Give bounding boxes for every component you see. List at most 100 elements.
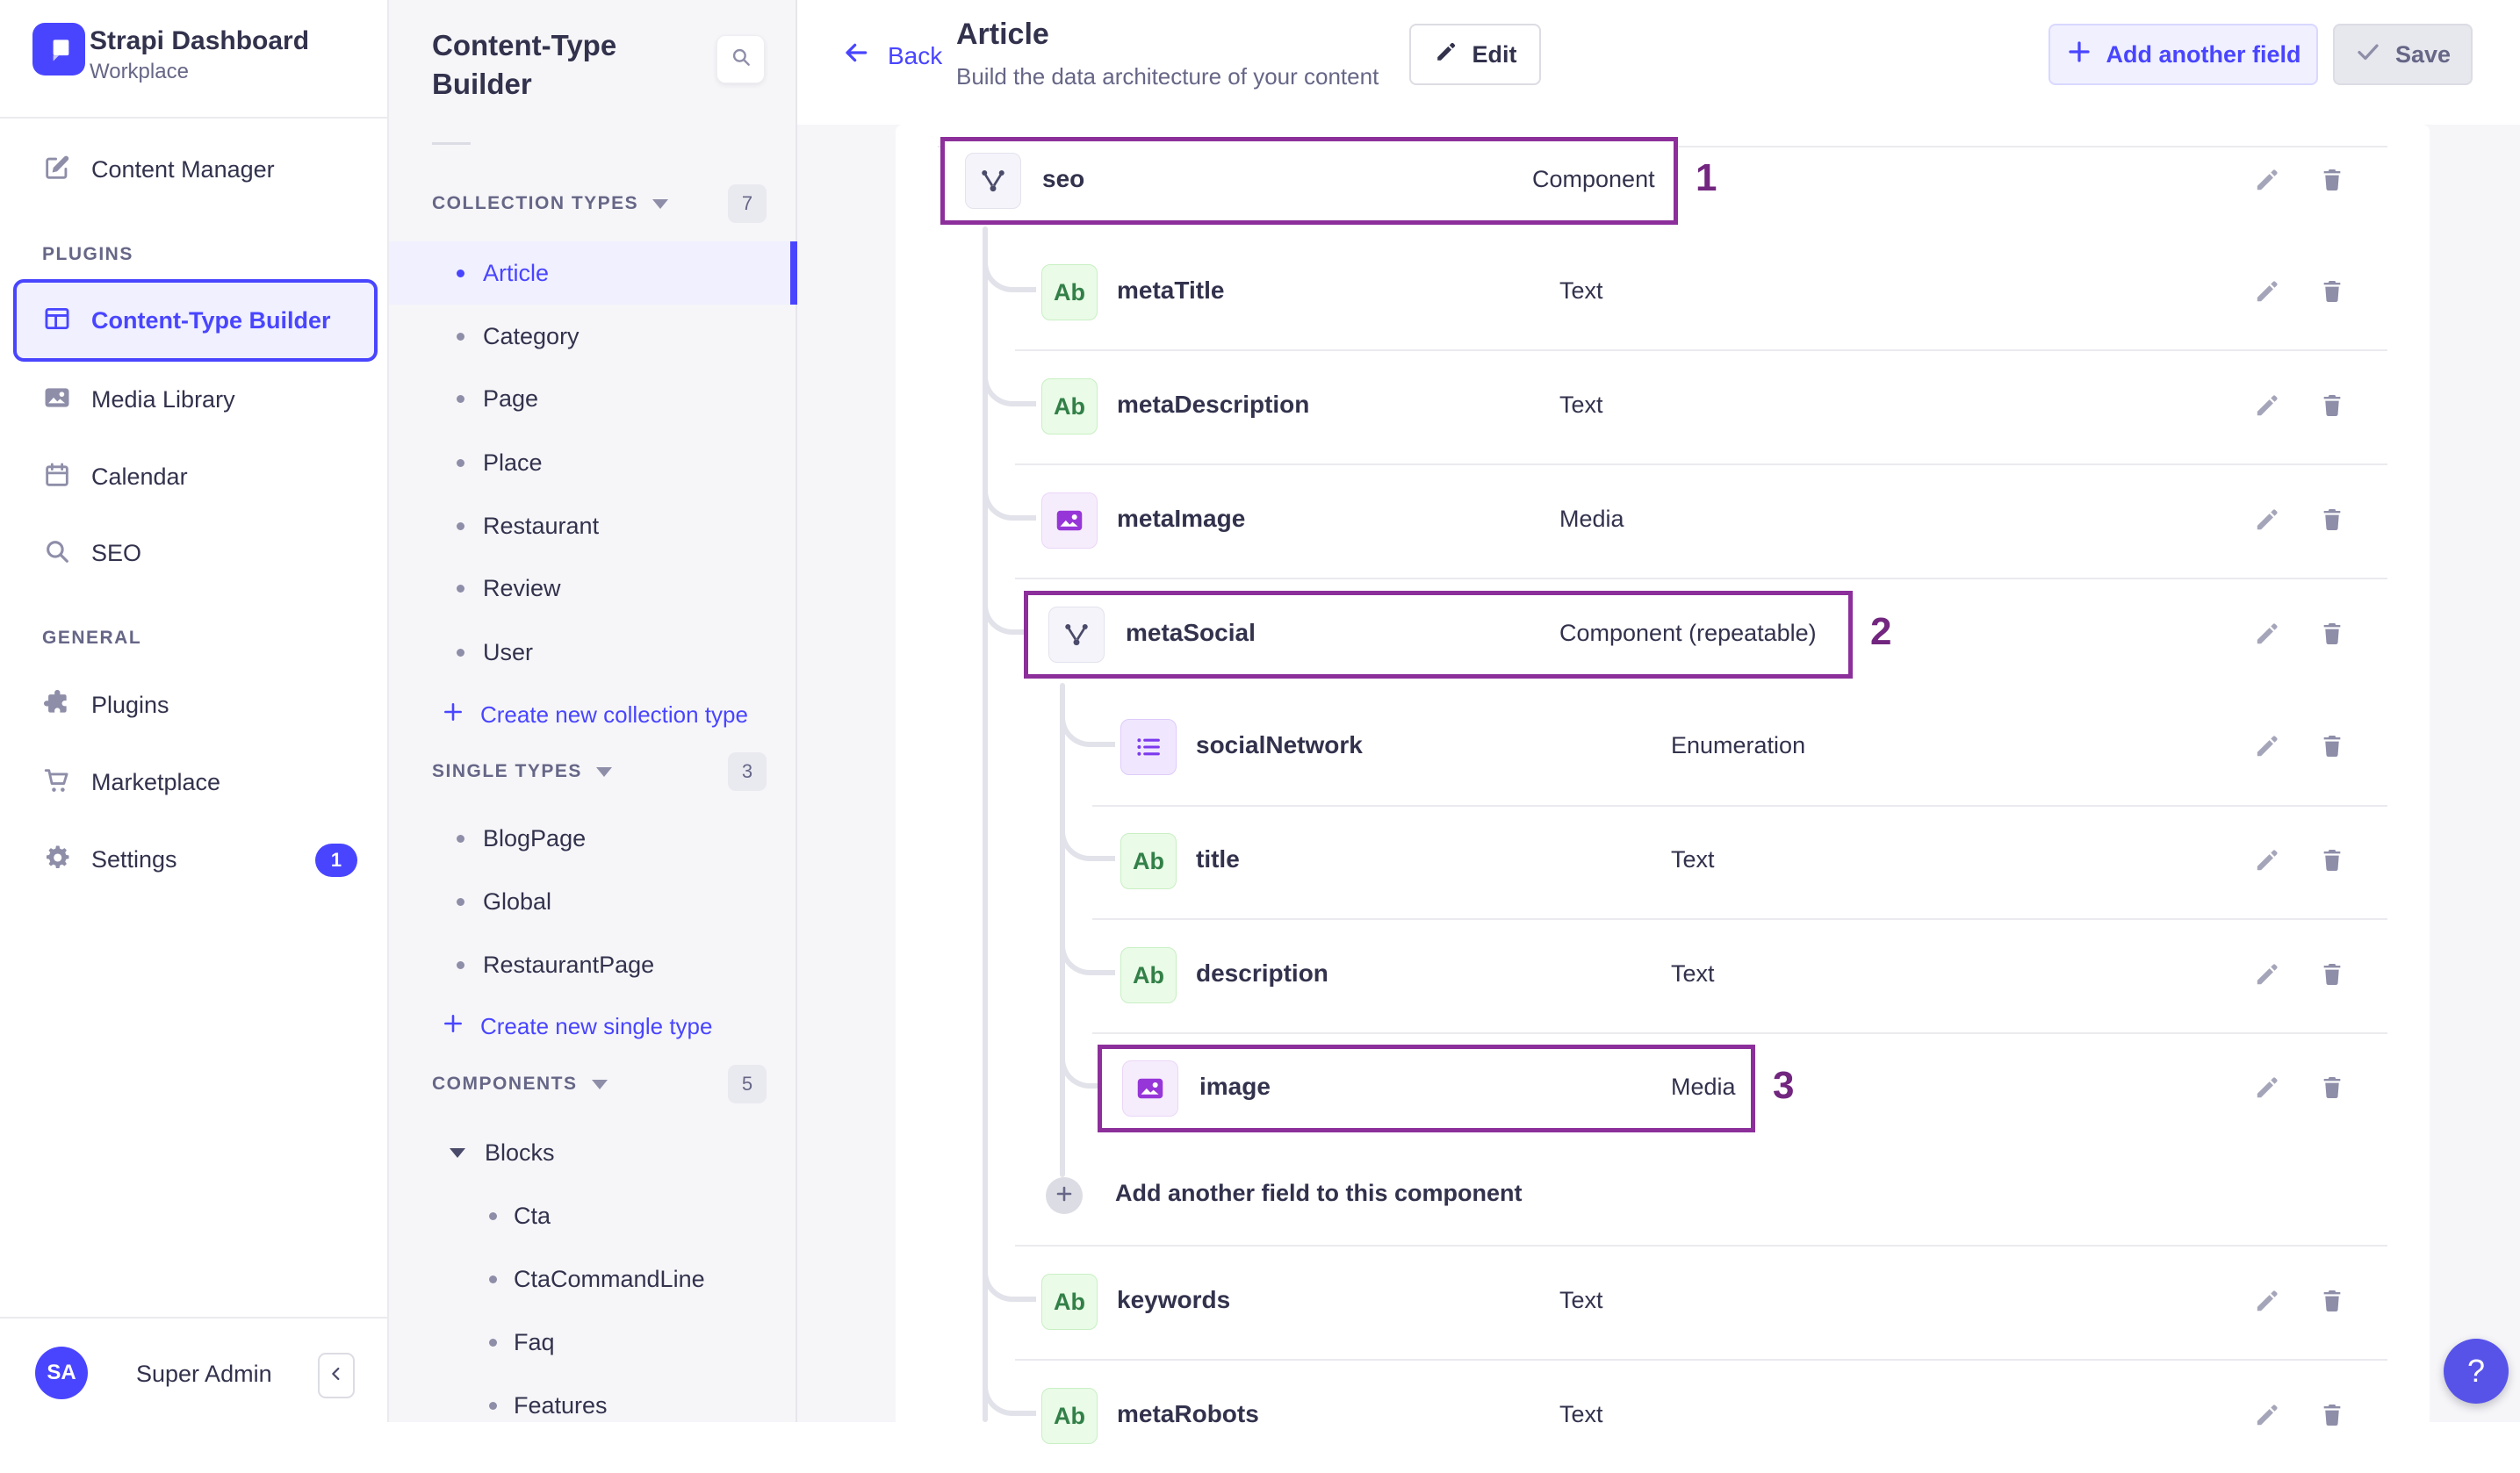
back-link[interactable]: Back [839, 39, 942, 73]
subnav-item-Features[interactable]: Features [389, 1374, 797, 1437]
content-type-builder-subnav: Content-Type Builder COLLECTION TYPES 7 … [389, 0, 797, 1422]
sidebar-item-label: Calendar [91, 463, 188, 490]
single-types-label: SINGLE TYPES [432, 761, 582, 781]
edit-field-button[interactable] [2253, 277, 2283, 307]
sidebar-item-plugins[interactable]: Plugins [42, 686, 169, 724]
subnav-item-Cta[interactable]: Cta [389, 1184, 797, 1247]
edit-field-button[interactable] [2253, 392, 2283, 421]
text-icon: Ab [1041, 1274, 1098, 1330]
sidebar-item-settings[interactable]: Settings [42, 840, 177, 879]
save-label: Save [2394, 40, 2452, 68]
components-header[interactable]: COMPONENTS [432, 1072, 608, 1096]
collection-types-header[interactable]: COLLECTION TYPES [432, 191, 669, 216]
edit-label: Edit [1472, 40, 1517, 68]
subnav-item-label: User [483, 638, 534, 665]
field-type: Text [1671, 960, 1715, 987]
add-another-field-button[interactable]: Add another field [2048, 24, 2318, 85]
delete-field-button[interactable] [2318, 960, 2348, 990]
field-name: metaTitle [1117, 277, 1225, 304]
field-name: metaSocial [1126, 619, 1256, 646]
collection-types-label: COLLECTION TYPES [432, 193, 639, 213]
field-name: metaImage [1117, 505, 1246, 532]
edit-field-button[interactable] [2253, 960, 2283, 990]
text-icon: Ab [1041, 378, 1098, 435]
collapse-sidebar-button[interactable] [318, 1353, 355, 1398]
edit-field-button[interactable] [2253, 506, 2283, 535]
edit-field-button[interactable] [2253, 732, 2283, 762]
edit-field-button[interactable] [2253, 1287, 2283, 1317]
puzzle-icon [42, 688, 72, 722]
cart-icon [42, 765, 72, 800]
save-button[interactable]: Save [2333, 24, 2473, 85]
edit-field-button[interactable] [2253, 166, 2283, 196]
subnav-item-CtaCommandLine[interactable]: CtaCommandLine [389, 1247, 797, 1311]
ab-glyph: Ab [1054, 278, 1085, 305]
subnav-item-Category[interactable]: Category [389, 305, 797, 368]
text-icon: Ab [1120, 833, 1177, 889]
annotation-number: 2 [1870, 610, 1892, 653]
sidebar-item-marketplace[interactable]: Marketplace [42, 763, 220, 801]
user-name: Super Admin [136, 1361, 272, 1387]
delete-field-button[interactable] [2318, 277, 2348, 307]
delete-field-button[interactable] [2318, 1287, 2348, 1317]
back-label: Back [888, 41, 943, 69]
sidebar-item-calendar[interactable]: Calendar [42, 457, 188, 496]
chevron-left-icon [327, 1364, 346, 1388]
create-single-type-label: Create new single type [480, 1012, 713, 1039]
subnav-item-User[interactable]: User [389, 621, 797, 684]
subnav-item-Place[interactable]: Place [389, 431, 797, 494]
delete-field-button[interactable] [2318, 846, 2348, 876]
field-name: image [1199, 1073, 1271, 1100]
add-field-to-component-button[interactable] [1046, 1177, 1083, 1214]
sidebar-item-label: Content Manager [91, 155, 275, 183]
add-field-to-component-label[interactable]: Add another field to this component [1115, 1180, 1522, 1207]
ab-glyph: Ab [1054, 1288, 1085, 1315]
subnav-item-Restaurant[interactable]: Restaurant [389, 494, 797, 557]
bullet-icon [457, 269, 464, 277]
subnav-item-label: Faq [514, 1328, 555, 1355]
subnav-item-Global[interactable]: Global [389, 870, 797, 933]
help-button[interactable]: ? [2444, 1339, 2509, 1404]
sidebar-divider [0, 117, 389, 119]
pen-write-icon [42, 153, 72, 187]
create-collection-type-link[interactable]: Create new collection type [442, 700, 748, 729]
subnav-item-Faq[interactable]: Faq [389, 1311, 797, 1374]
subnav-item-label: Restaurant [483, 512, 600, 539]
delete-field-button[interactable] [2318, 1074, 2348, 1103]
subnav-item-Review[interactable]: Review [389, 557, 797, 620]
delete-field-button[interactable] [2318, 506, 2348, 535]
subnav-item-label: Article [483, 259, 550, 286]
create-collection-type-label: Create new collection type [480, 701, 748, 728]
create-single-type-link[interactable]: Create new single type [442, 1011, 712, 1041]
delete-field-button[interactable] [2318, 620, 2348, 650]
subnav-item-label: Features [514, 1391, 608, 1419]
chevron-down-icon [652, 198, 669, 209]
subnav-item-BlogPage[interactable]: BlogPage [389, 807, 797, 870]
delete-field-button[interactable] [2318, 166, 2348, 196]
sidebar-item-content-type-builder[interactable]: Content-Type Builder [13, 279, 378, 362]
subnav-item-RestaurantPage[interactable]: RestaurantPage [389, 933, 797, 996]
subnav-item-Article[interactable]: Article [389, 241, 797, 305]
edit-field-button[interactable] [2253, 1401, 2283, 1431]
pencil-icon [1434, 40, 1458, 70]
components-group-blocks[interactable]: Blocks [450, 1139, 555, 1166]
edit-field-button[interactable] [2253, 620, 2283, 650]
plus-icon [442, 1012, 464, 1041]
edit-field-button[interactable] [2253, 1074, 2283, 1103]
sidebar-item-seo[interactable]: SEO [42, 534, 141, 572]
subnav-item-Page[interactable]: Page [389, 367, 797, 430]
edit-button[interactable]: Edit [1409, 24, 1541, 85]
avatar[interactable]: SA [35, 1347, 88, 1399]
field-type: Media [1671, 1074, 1736, 1100]
subnav-search-button[interactable] [716, 35, 765, 83]
search-icon [730, 46, 752, 73]
component-icon [965, 153, 1021, 209]
single-types-header[interactable]: SINGLE TYPES [432, 759, 612, 784]
delete-field-button[interactable] [2318, 392, 2348, 421]
delete-field-button[interactable] [2318, 732, 2348, 762]
edit-field-button[interactable] [2253, 846, 2283, 876]
sidebar-item-content-manager[interactable]: Content Manager [42, 150, 275, 189]
sidebar-item-media-library[interactable]: Media Library [42, 380, 235, 419]
component-icon [1048, 607, 1105, 663]
delete-field-button[interactable] [2318, 1401, 2348, 1431]
